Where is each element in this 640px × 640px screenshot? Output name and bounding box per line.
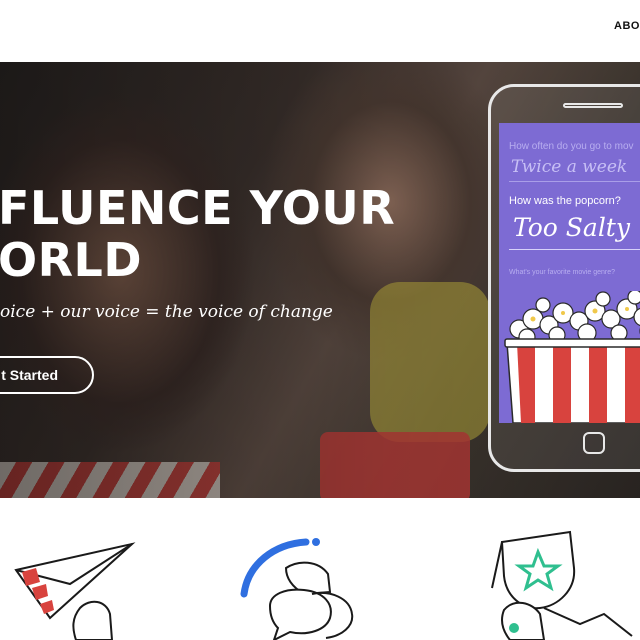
features-row (0, 498, 640, 640)
hero-subtitle: oice + our voice = the voice of change (0, 302, 333, 322)
phone-speaker (563, 103, 623, 108)
survey-question-3: What's your favorite movie genre? (509, 269, 615, 276)
hero-title: FLUENCE YOUR ORLD (0, 182, 395, 286)
phone-home-button (583, 432, 605, 454)
survey-answer-1: Twice a week (511, 157, 628, 177)
phone-screen: How often do you go to mov Twice a week … (499, 123, 640, 423)
phone-mockup: How often do you go to mov Twice a week … (488, 84, 640, 472)
nav-link-about[interactable]: ABO (614, 20, 640, 32)
paper-plane-icon (14, 542, 136, 640)
popcorn-bucket-icon (504, 291, 640, 423)
trophy-star-icon (491, 530, 633, 640)
get-started-button[interactable]: t Started (0, 356, 94, 394)
survey-divider (509, 181, 640, 182)
survey-answer-2: Too Salty (513, 213, 630, 242)
hero-banner: FLUENCE YOUR ORLD oice + our voice = the … (0, 62, 640, 498)
top-navigation-bar: ABO (0, 0, 640, 62)
survey-divider (509, 249, 640, 250)
survey-question-1: How often do you go to mov (509, 141, 634, 152)
hero-title-line-1: FLUENCE YOUR (0, 181, 396, 235)
hero-title-line-2: ORLD (0, 233, 143, 287)
survey-question-2: How was the popcorn? (509, 195, 621, 207)
speech-bubble-hand-icon (240, 538, 354, 640)
